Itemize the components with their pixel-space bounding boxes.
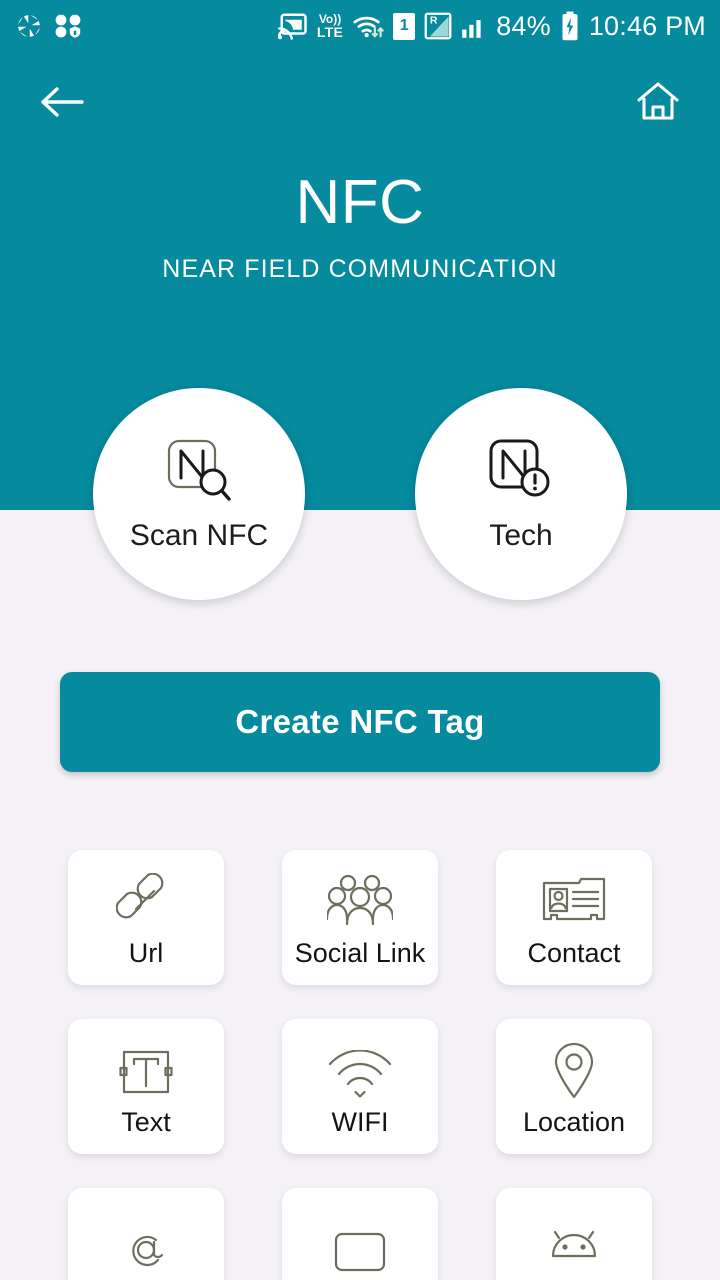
roaming-signal-icon: R <box>424 12 452 40</box>
app-bar <box>0 56 720 152</box>
wifi-icon <box>352 12 384 40</box>
status-bar-right: Vo)) LTE 1 R 84% 10:46 PM <box>277 10 706 42</box>
status-bar-left <box>16 13 84 39</box>
app-grid-shield-icon <box>54 13 84 39</box>
tag-type-location[interactable]: Location <box>496 1019 652 1154</box>
people-group-icon <box>327 869 393 931</box>
back-button[interactable] <box>34 76 90 132</box>
home-icon <box>635 80 681 129</box>
volte-icon: Vo)) LTE <box>317 13 343 39</box>
page-title: NFC <box>295 168 425 237</box>
tag-type-url[interactable]: Url <box>68 850 224 985</box>
tag-type-wifi-label: WIFI <box>331 1106 389 1137</box>
tag-type-location-label: Location <box>522 1106 626 1137</box>
clock-label: 10:46 PM <box>588 10 706 41</box>
header-titles: NFC NEAR FIELD COMMUNICATION <box>0 170 720 284</box>
tag-type-grid: Url Social Link Contact Text WIFI Locati… <box>0 850 720 1280</box>
sim-icon: 1 <box>393 12 416 40</box>
sim-number-label: 1 <box>399 17 409 34</box>
screen-cast-icon <box>277 12 308 40</box>
tag-type-app[interactable] <box>282 1188 438 1280</box>
app-screen: Vo)) LTE 1 R 84% 10:46 PM NFC NEAR FIELD… <box>0 0 720 1280</box>
tag-type-contact-label: Contact <box>527 937 621 968</box>
back-arrow-icon <box>40 85 84 124</box>
svg-text:R: R <box>430 15 438 27</box>
tag-type-url-label: Url <box>128 937 164 968</box>
scan-nfc-button[interactable]: Scan NFC <box>93 388 305 600</box>
page-subtitle: NEAR FIELD COMMUNICATION <box>162 255 558 284</box>
map-pin-icon <box>549 1038 599 1100</box>
circle-actions-row: Scan NFC Tech <box>0 388 720 600</box>
nfc-scan-icon <box>161 435 237 509</box>
contact-card-icon <box>541 869 607 931</box>
email-at-icon <box>116 1220 176 1280</box>
tag-type-wifi[interactable]: WIFI <box>282 1019 438 1154</box>
tag-type-text[interactable]: Text <box>68 1019 224 1154</box>
tag-type-android[interactable] <box>496 1188 652 1280</box>
nfc-info-icon <box>483 435 559 509</box>
battery-percent-label: 84% <box>496 10 551 41</box>
link-icon <box>116 869 176 931</box>
rounded-rect-icon <box>330 1220 390 1280</box>
tag-type-contact[interactable]: Contact <box>496 850 652 985</box>
tag-type-social-link-label: Social Link <box>294 937 426 968</box>
home-button[interactable] <box>630 76 686 132</box>
volte-bottom-label: LTE <box>316 24 344 40</box>
scan-nfc-label: Scan NFC <box>129 519 269 552</box>
tag-type-text-label: Text <box>121 1106 171 1137</box>
android-robot-icon <box>543 1220 605 1280</box>
tag-type-social-link[interactable]: Social Link <box>282 850 438 985</box>
wifi-icon <box>327 1038 393 1100</box>
cellular-signal-icon <box>461 13 487 39</box>
create-nfc-tag-label: Create NFC Tag <box>235 703 485 740</box>
status-bar: Vo)) LTE 1 R 84% 10:46 PM <box>0 0 720 52</box>
battery-charging-icon <box>560 11 580 41</box>
text-box-icon <box>116 1038 176 1100</box>
tag-type-email[interactable] <box>68 1188 224 1280</box>
camera-aperture-icon <box>16 13 42 39</box>
tech-label: Tech <box>489 519 553 552</box>
tech-button[interactable]: Tech <box>415 388 627 600</box>
create-nfc-tag-button[interactable]: Create NFC Tag <box>60 672 660 772</box>
